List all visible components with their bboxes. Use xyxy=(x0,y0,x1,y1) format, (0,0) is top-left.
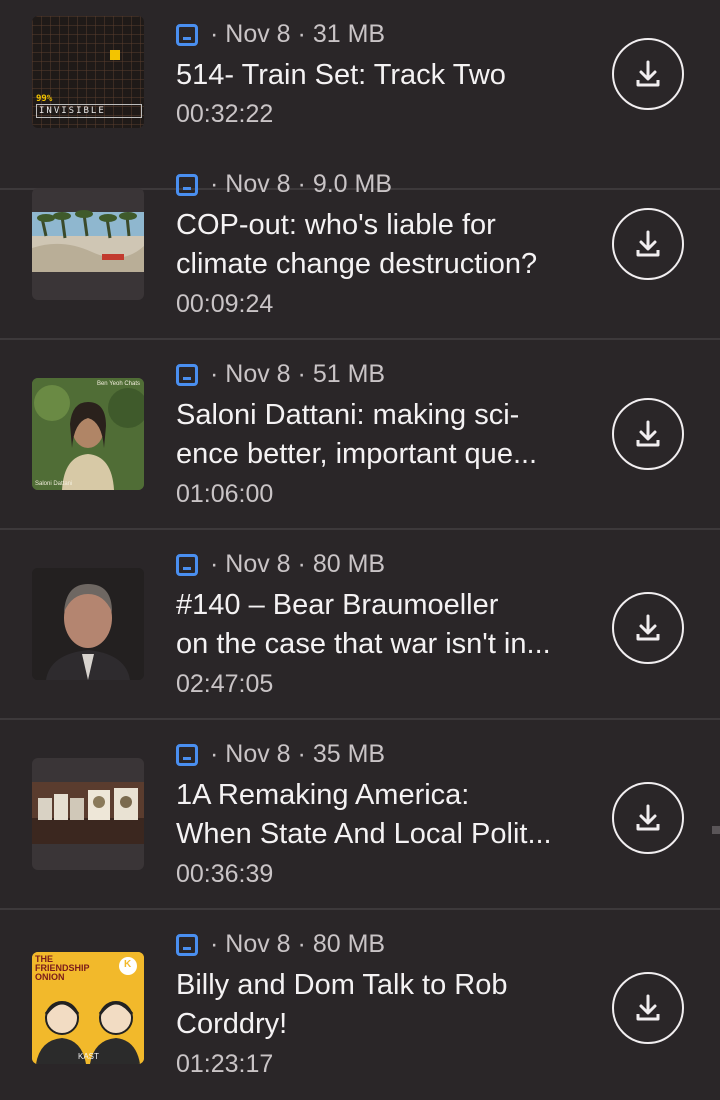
download-button[interactable] xyxy=(612,972,684,1044)
episode-title[interactable]: 1A Remaking America: When State And Loca… xyxy=(176,776,596,854)
episode-duration: 00:32:22 xyxy=(176,100,274,128)
download-icon xyxy=(636,614,660,641)
episode-artwork-beach xyxy=(32,188,144,300)
title-line: Corddry! xyxy=(176,1008,288,1040)
title-line: ence better, important que... xyxy=(176,438,538,470)
meta-separator: · xyxy=(297,170,306,198)
episode-date: Nov 8 xyxy=(225,550,291,578)
meta-separator: · xyxy=(210,170,219,198)
episode-meta: · Nov 8 · 35 MB xyxy=(176,740,385,769)
episode-title[interactable]: Saloni Dattani: making sci- ence better,… xyxy=(176,396,596,474)
episode-meta: · Nov 8 · 80 MB xyxy=(176,550,385,579)
episode-artwork-saloni: Ben Yeoh Chats Saloni Dattani xyxy=(32,378,144,490)
download-button[interactable] xyxy=(612,208,684,280)
meta-separator: · xyxy=(297,740,306,768)
art-title: THE FRIENDSHIP ONION xyxy=(35,955,90,982)
episode-size: 35 MB xyxy=(312,740,386,768)
queue-icon xyxy=(176,553,198,576)
download-icon xyxy=(636,230,660,257)
episode-date: Nov 8 xyxy=(225,170,291,198)
meta-separator: · xyxy=(210,20,219,48)
meta-separator: · xyxy=(297,360,306,388)
download-icon xyxy=(636,420,660,447)
episode-row[interactable]: THE FRIENDSHIP ONION K KAST · Nov 8 · 80… xyxy=(0,910,720,1100)
episode-duration: 00:09:24 xyxy=(176,290,274,318)
art-text-show: Ben Yeoh Chats xyxy=(96,381,140,387)
episode-row[interactable]: · Nov 8 · 9.0 MB COP-out: who's liable f… xyxy=(0,150,720,340)
title-line: on the case that war isn't in... xyxy=(176,628,551,660)
episode-artwork-braumoeller xyxy=(32,568,144,680)
download-button[interactable] xyxy=(612,592,684,664)
art-text-99: 99% xyxy=(36,94,53,104)
episode-date: Nov 8 xyxy=(225,930,291,958)
title-line: 514- Train Set: Track Two xyxy=(176,59,506,91)
episode-size: 51 MB xyxy=(312,360,386,388)
title-line: When State And Local Polit... xyxy=(176,818,552,850)
title-line: #140 – Bear Braumoeller xyxy=(176,589,499,621)
download-button[interactable] xyxy=(612,398,684,470)
episode-meta: · Nov 8 · 31 MB xyxy=(176,20,385,49)
portrait-photo xyxy=(32,568,144,680)
episode-duration: 01:23:17 xyxy=(176,1050,274,1078)
art-text-invisible: INVISIBLE xyxy=(36,104,142,118)
download-button[interactable] xyxy=(612,38,684,110)
queue-icon xyxy=(176,23,198,46)
art-text-guest: Saloni Dattani xyxy=(35,481,73,487)
episode-duration: 01:06:00 xyxy=(176,480,274,508)
scrollbar-indicator[interactable] xyxy=(712,826,720,834)
meta-separator: · xyxy=(210,360,219,388)
meta-separator: · xyxy=(210,740,219,768)
queue-icon xyxy=(176,743,198,766)
episode-row[interactable]: · Nov 8 · 35 MB 1A Remaking America: Whe… xyxy=(0,720,720,910)
art-text-kast: KAST xyxy=(78,1052,99,1061)
episode-date: Nov 8 xyxy=(225,20,291,48)
title-line: 1A Remaking America: xyxy=(176,779,470,811)
beach-photo xyxy=(32,210,144,272)
episode-duration: 02:47:05 xyxy=(176,670,274,698)
download-icon xyxy=(636,60,660,87)
download-icon xyxy=(636,994,660,1021)
meta-separator: · xyxy=(297,930,306,958)
art-text-line: ONION xyxy=(35,972,65,982)
episode-title[interactable]: Billy and Dom Talk to Rob Corddry! xyxy=(176,966,596,1044)
episode-artwork-99pi: 99% INVISIBLE xyxy=(32,16,144,128)
episode-artwork-1a xyxy=(32,758,144,870)
download-button[interactable] xyxy=(612,782,684,854)
meta-separator: · xyxy=(210,930,219,958)
portrait-photo xyxy=(32,378,144,490)
queue-icon xyxy=(176,363,198,386)
episode-title[interactable]: 514- Train Set: Track Two xyxy=(176,56,596,95)
meta-separator: · xyxy=(210,550,219,578)
download-icon xyxy=(636,804,660,831)
meta-separator: · xyxy=(297,550,306,578)
episode-row[interactable]: Ben Yeoh Chats Saloni Dattani · Nov 8 · … xyxy=(0,340,720,530)
episode-meta: · Nov 8 · 9.0 MB xyxy=(176,170,392,199)
title-line: Billy and Dom Talk to Rob xyxy=(176,969,508,1001)
episode-meta: · Nov 8 · 51 MB xyxy=(176,360,385,389)
episode-size: 80 MB xyxy=(312,550,386,578)
episode-date: Nov 8 xyxy=(225,740,291,768)
episode-meta: · Nov 8 · 80 MB xyxy=(176,930,385,959)
episode-artwork-friendship-onion: THE FRIENDSHIP ONION K KAST xyxy=(32,952,144,1064)
ballot-photo xyxy=(32,782,144,844)
episode-row[interactable]: · Nov 8 · 80 MB #140 – Bear Braumoeller … xyxy=(0,530,720,720)
title-line: COP-out: who's liable for xyxy=(176,209,496,241)
episode-list: 99% INVISIBLE · Nov 8 · 31 MB 514- Train… xyxy=(0,0,720,1100)
episode-title[interactable]: COP-out: who's liable for climate change… xyxy=(176,206,596,284)
art-badge-k: K xyxy=(124,959,132,970)
episode-size: 31 MB xyxy=(312,20,386,48)
episode-size: 80 MB xyxy=(312,930,386,958)
queue-icon xyxy=(176,173,198,196)
title-line: Saloni Dattani: making sci- xyxy=(176,399,520,431)
episode-size: 9.0 MB xyxy=(312,170,393,198)
episode-title[interactable]: #140 – Bear Braumoeller on the case that… xyxy=(176,586,596,664)
episode-date: Nov 8 xyxy=(225,360,291,388)
episode-duration: 00:36:39 xyxy=(176,860,274,888)
meta-separator: · xyxy=(297,20,306,48)
title-line: climate change destruction? xyxy=(176,248,538,280)
queue-icon xyxy=(176,933,198,956)
